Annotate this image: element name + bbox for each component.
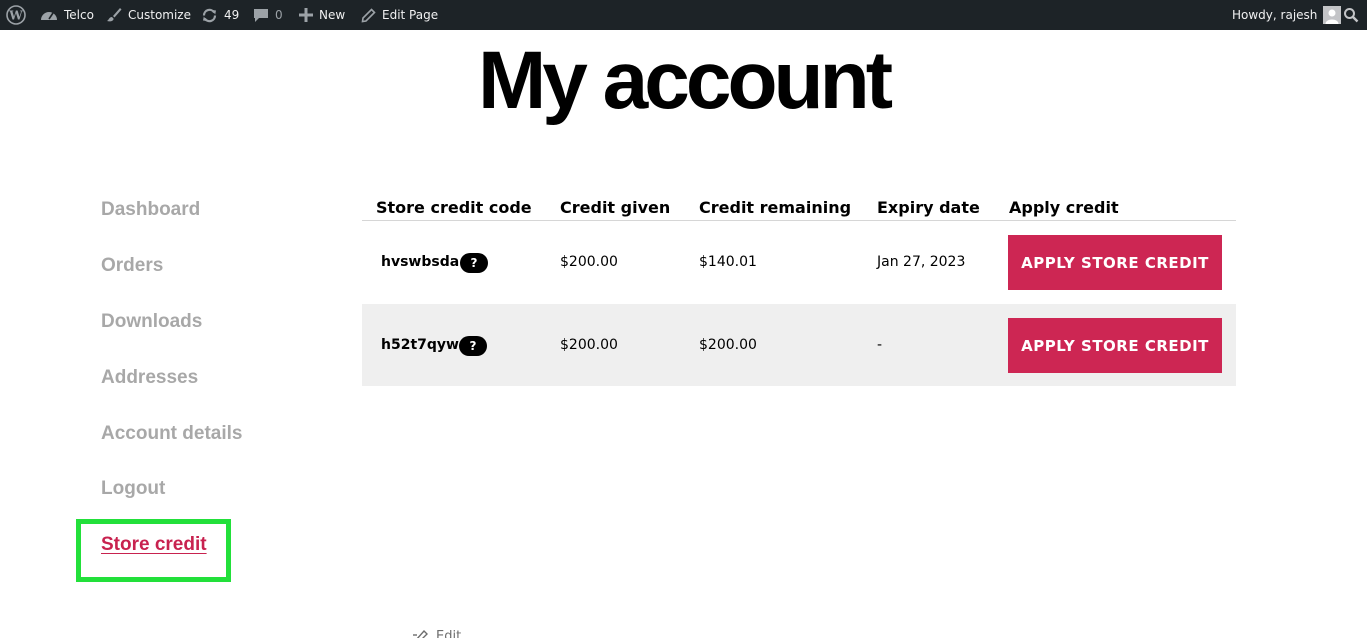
customize-link[interactable]: Customize (106, 0, 191, 30)
edit-page-label: Edit Page (382, 8, 439, 22)
search-icon (1344, 8, 1359, 23)
help-tooltip-badge[interactable]: ? (460, 253, 488, 273)
credit-given: $200.00 (560, 337, 618, 353)
pencil-icon (361, 7, 376, 22)
highlight-box (76, 519, 231, 582)
credit-remaining: $140.01 (699, 254, 757, 270)
page-title: My account (477, 35, 893, 126)
apply-store-credit-button[interactable]: APPLY STORE CREDIT (1008, 318, 1222, 373)
new-label: New (319, 8, 346, 22)
site-name-label: Telco (64, 8, 94, 22)
account-menu[interactable]: Howdy, rajesh (1232, 0, 1342, 30)
header-divider (362, 220, 1236, 221)
column-header-expiry: Expiry date (877, 198, 980, 217)
column-header-remaining: Credit remaining (699, 198, 852, 217)
help-tooltip-badge[interactable]: ? (459, 336, 487, 356)
edit-label: Edit (436, 629, 462, 638)
apply-store-credit-button[interactable]: APPLY STORE CREDIT (1008, 235, 1222, 290)
expiry-date: - (877, 337, 883, 353)
nav-item-logout[interactable]: Logout (101, 478, 165, 500)
updates-link[interactable]: 49 (201, 0, 239, 30)
greeting-label: Howdy, rajesh (1232, 8, 1318, 22)
expiry-date: Jan 27, 2023 (877, 254, 966, 270)
plus-icon (299, 8, 313, 22)
new-content-link[interactable]: New (299, 0, 345, 30)
nav-item-orders[interactable]: Orders (101, 255, 163, 277)
credit-given: $200.00 (560, 254, 618, 270)
nav-item-dashboard[interactable]: Dashboard (101, 199, 200, 221)
search-button[interactable] (1343, 0, 1359, 30)
column-header-code: Store credit code (376, 198, 532, 217)
credit-remaining: $200.00 (699, 337, 757, 353)
admin-bar: W Telco Customize 49 0 New Edit Page How… (0, 0, 1367, 30)
nav-item-addresses[interactable]: Addresses (101, 367, 198, 389)
edit-page-link[interactable]: Edit Page (361, 0, 438, 30)
comment-icon (254, 9, 268, 22)
dashboard-icon (41, 12, 57, 20)
site-name-link[interactable]: Telco (40, 0, 94, 30)
edit-icon (413, 629, 428, 638)
nav-item-downloads[interactable]: Downloads (101, 311, 202, 333)
column-header-apply: Apply credit (1009, 198, 1119, 217)
wordpress-logo-button[interactable]: W (6, 0, 26, 30)
svg-text:W: W (8, 9, 23, 23)
brush-icon (107, 8, 122, 22)
customize-label: Customize (128, 8, 191, 22)
comments-count: 0 (275, 8, 283, 22)
nav-item-account-details[interactable]: Account details (101, 423, 242, 445)
avatar (1323, 6, 1342, 24)
credit-code: hvswbsda (381, 254, 460, 270)
refresh-icon (202, 8, 217, 22)
edit-post-link[interactable]: Edit (412, 629, 461, 638)
credit-code: h52t7qyw (381, 337, 459, 353)
comments-link[interactable]: 0 (253, 0, 283, 30)
updates-count: 49 (224, 8, 240, 22)
column-header-given: Credit given (560, 198, 671, 217)
wordpress-icon: W (6, 5, 26, 25)
